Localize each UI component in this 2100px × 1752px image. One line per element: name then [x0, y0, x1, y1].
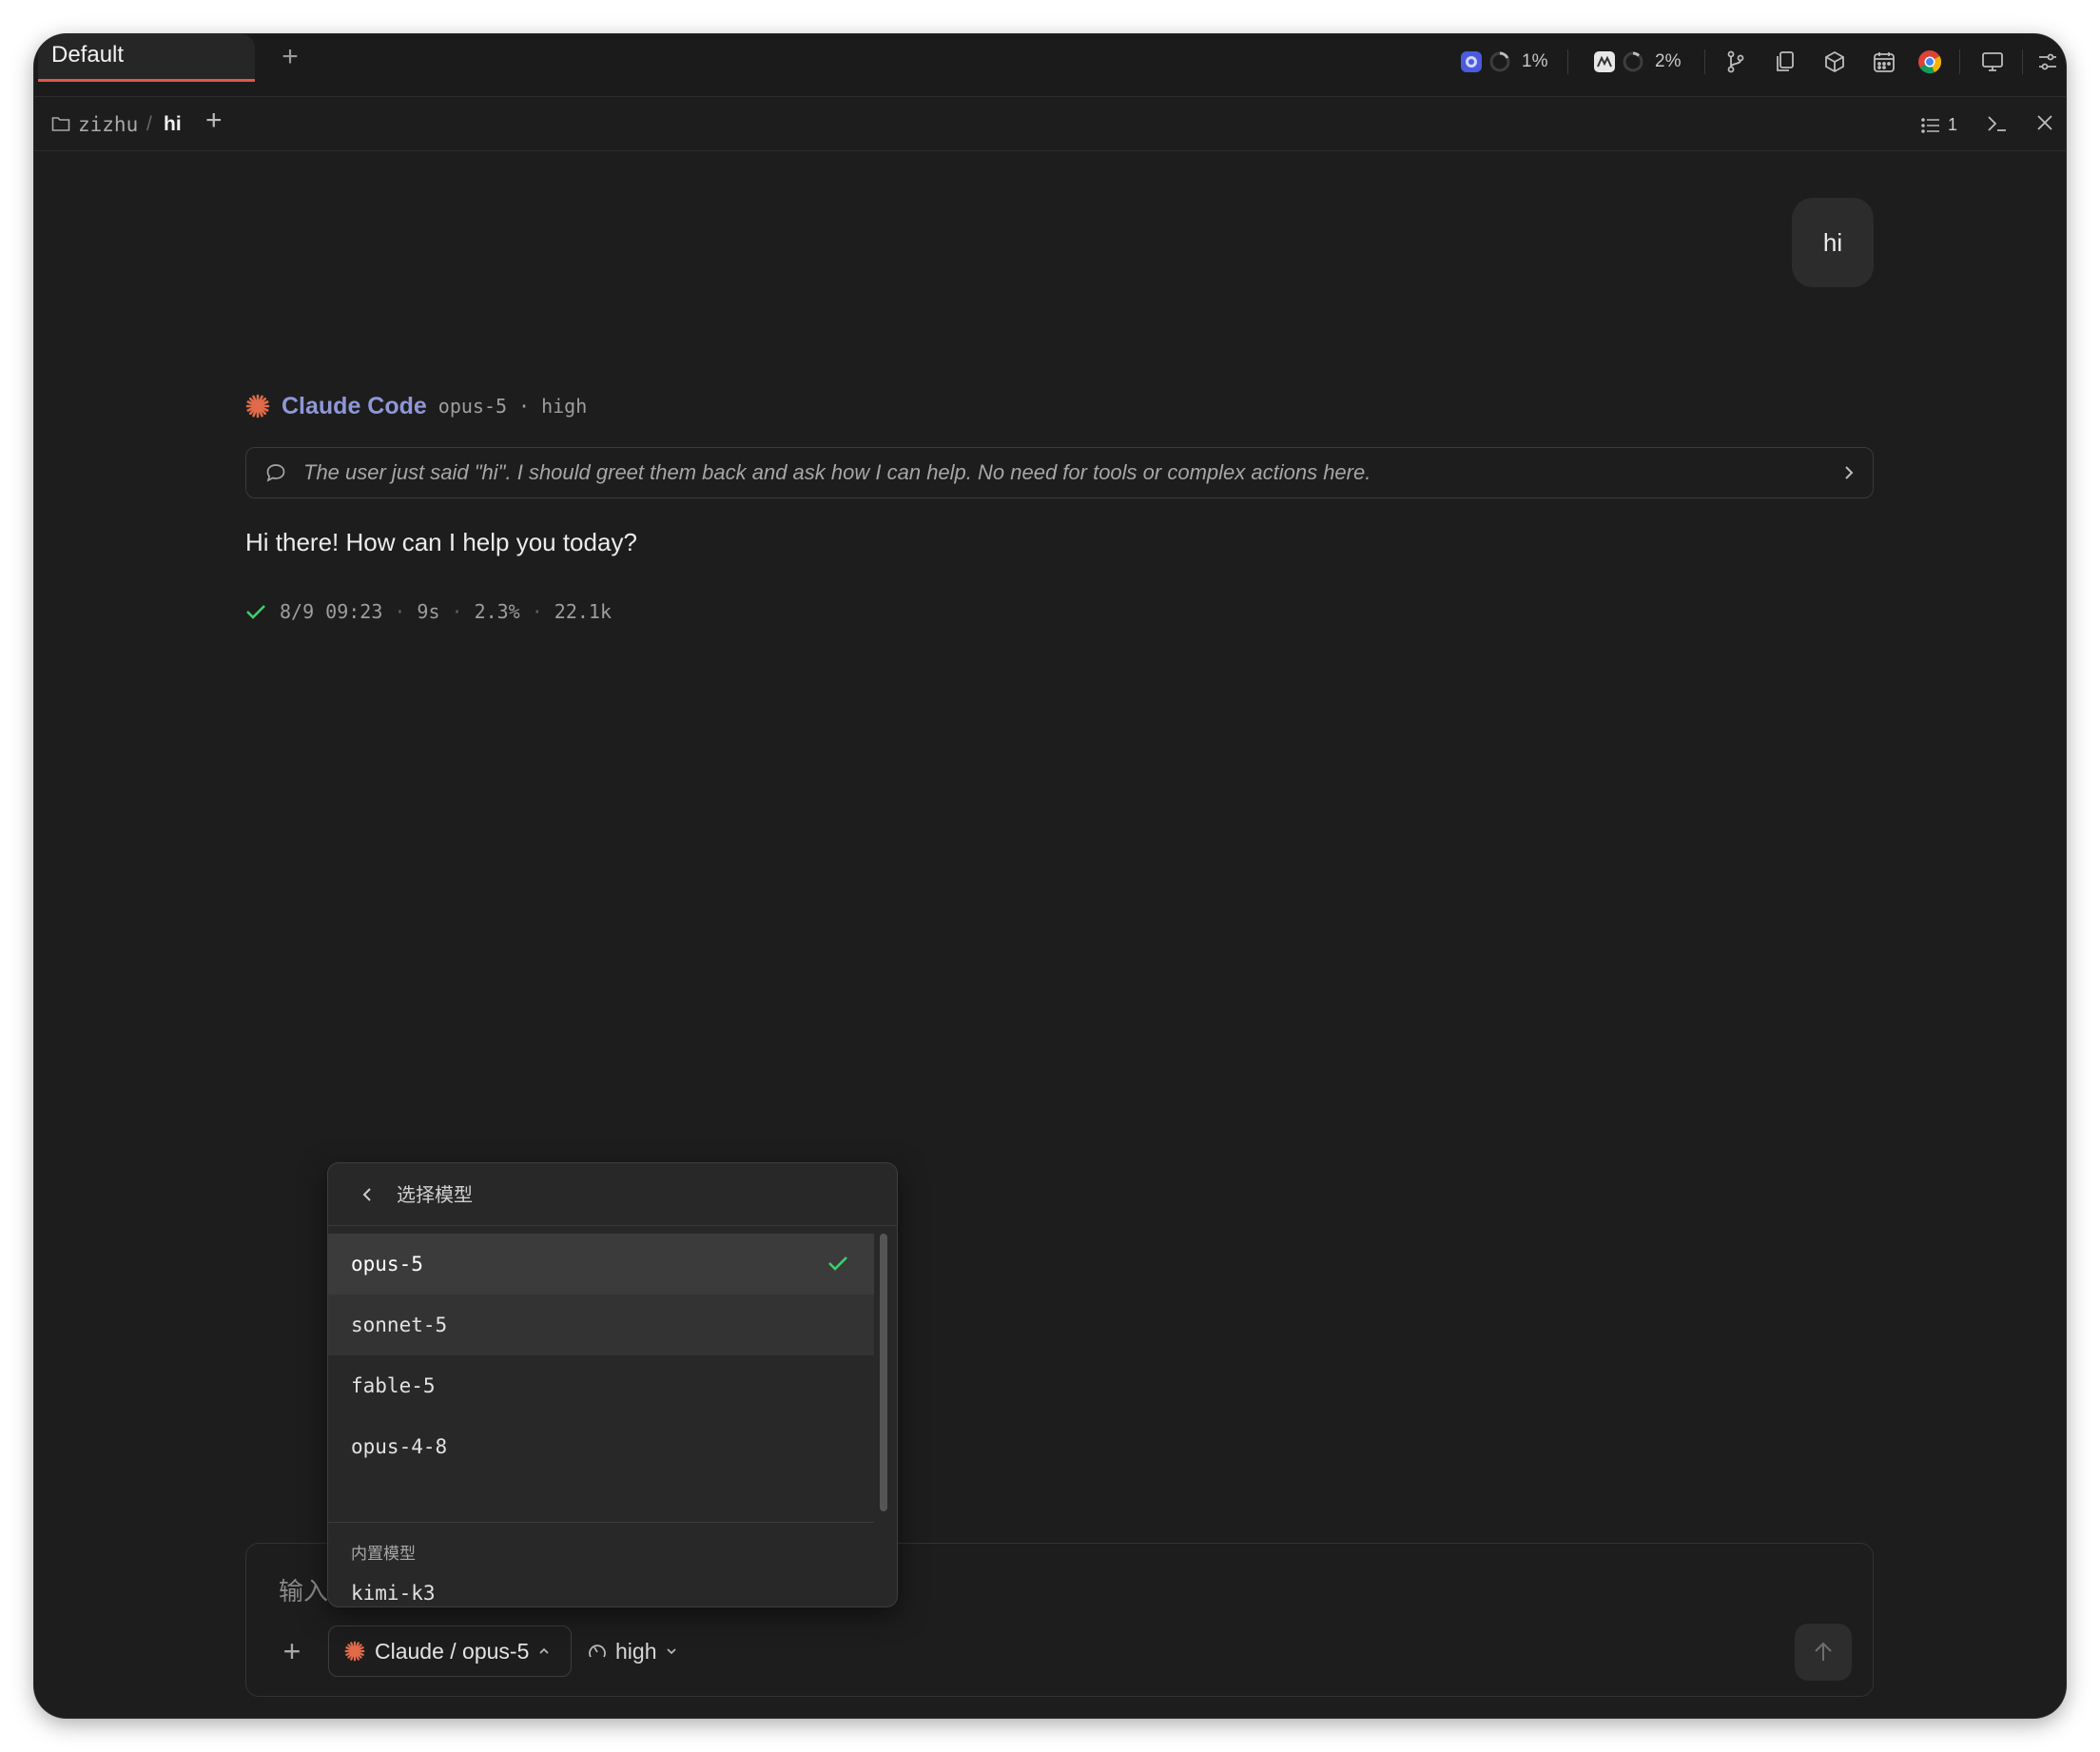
breadcrumb-separator: /: [146, 113, 152, 135]
spinner-icon: [1484, 46, 1516, 78]
chevron-up-icon: [539, 1647, 549, 1654]
model-option-label: kimi-k3: [351, 1582, 436, 1605]
gauge-icon: [589, 1645, 606, 1658]
thinking-block[interactable]: The user just said "hi". I should greet …: [245, 447, 1874, 498]
attach-button[interactable]: +: [275, 1635, 309, 1669]
memory-usage: 2%: [1655, 51, 1682, 71]
folder-icon: [51, 115, 70, 137]
terminal-icon[interactable]: [1986, 113, 2009, 139]
meta-dot: ·: [518, 395, 531, 418]
list-icon: [1921, 117, 1939, 133]
stat-context: 2.3%: [474, 600, 520, 623]
package-icon[interactable]: [1818, 46, 1851, 78]
thinking-text: The user just said "hi". I should greet …: [303, 460, 1371, 484]
chevron-left-icon: [362, 1188, 371, 1201]
copy-icon[interactable]: [1769, 46, 1801, 78]
stat-dot: ·: [451, 600, 463, 623]
model-option-sonnet-5[interactable]: sonnet-5: [328, 1295, 874, 1355]
effort-selector-button[interactable]: high: [587, 1625, 677, 1677]
stat-dot: ·: [394, 600, 406, 623]
spinner-icon: [1617, 46, 1649, 78]
add-tab-button[interactable]: +: [274, 42, 306, 74]
model-option-kimi-k3[interactable]: kimi-k3: [328, 1563, 874, 1606]
stat-dot: ·: [531, 600, 543, 623]
app-window: Default + 1% 2% zizhu / hi + 1 hi Claude…: [34, 34, 2066, 1718]
dropdown-header: 选择模型: [328, 1163, 897, 1226]
message-input[interactable]: 输入: [279, 1572, 328, 1607]
session-count: 1: [1948, 115, 1958, 134]
dropdown-divider: [328, 1522, 874, 1523]
tab-label: Default: [51, 42, 125, 68]
model-option-opus-5[interactable]: opus-5: [328, 1234, 874, 1295]
calendar-icon[interactable]: [1868, 46, 1900, 78]
dropdown-scrollbar[interactable]: [880, 1234, 887, 1511]
arrow-up-icon: [1815, 1642, 1832, 1661]
chevron-right-icon[interactable]: [1842, 463, 1856, 487]
model-option-opus-4-8[interactable]: opus-4-8: [328, 1416, 874, 1477]
cpu-usage: 1%: [1522, 51, 1548, 71]
breadcrumb-session[interactable]: hi: [164, 111, 182, 138]
memory-app-icon[interactable]: [1588, 46, 1621, 78]
stat-tokens: 22.1k: [554, 600, 612, 623]
git-branch-icon[interactable]: [1720, 46, 1752, 78]
send-button[interactable]: [1795, 1624, 1852, 1681]
chevron-down-icon: [667, 1648, 677, 1655]
assistant-name: Claude Code: [282, 392, 427, 419]
sliders-icon[interactable]: [2032, 46, 2064, 78]
claude-logo-icon: [245, 394, 270, 419]
check-icon: [828, 1256, 847, 1271]
assistant-header: Claude Code opus-5 · high: [245, 390, 587, 422]
model-selector-label: Claude / opus-5: [375, 1638, 530, 1664]
model-option-label: opus-5: [351, 1253, 423, 1275]
message-stats: 8/9 09:23 · 9s · 2.3% · 22.1k: [245, 595, 612, 628]
stat-time: 8/9 09:23: [280, 600, 383, 623]
model-option-fable-5[interactable]: fable-5: [328, 1355, 874, 1416]
model-dropdown: 选择模型 opus-5 sonnet-5 fable-5 opus-4-8 内置…: [327, 1162, 898, 1607]
assistant-model: opus-5: [438, 395, 508, 418]
cpu-app-icon[interactable]: [1455, 46, 1488, 78]
back-button[interactable]: [353, 1180, 381, 1209]
dropdown-title: 选择模型: [397, 1185, 473, 1206]
check-icon: [246, 605, 265, 619]
stat-duration: 9s: [417, 600, 440, 623]
assistant-effort: high: [541, 395, 588, 418]
monitor-icon[interactable]: [1976, 46, 2009, 78]
speech-bubble-icon: [265, 462, 286, 488]
chrome-icon[interactable]: [1914, 46, 1946, 78]
model-option-label: opus-4-8: [351, 1435, 448, 1458]
model-option-label: fable-5: [351, 1374, 436, 1397]
assistant-reply: Hi there! How can I help you today?: [245, 528, 637, 556]
user-message: hi: [1792, 198, 1874, 287]
model-option-label: sonnet-5: [351, 1314, 448, 1336]
add-session-button[interactable]: +: [205, 107, 223, 135]
claude-logo-icon: [344, 1641, 365, 1662]
close-icon[interactable]: [2035, 113, 2054, 137]
effort-label: high: [615, 1638, 657, 1664]
breadcrumb-bar: zizhu / hi + 1: [34, 98, 2066, 151]
breadcrumb-folder[interactable]: zizhu: [78, 111, 138, 138]
tab-default[interactable]: Default: [38, 34, 255, 82]
tab-bar: Default + 1% 2%: [34, 34, 2066, 97]
session-list-button[interactable]: 1: [1921, 115, 1957, 135]
model-selector-button[interactable]: Claude / opus-5: [328, 1625, 572, 1677]
builtin-section-label: 内置模型: [351, 1545, 416, 1563]
